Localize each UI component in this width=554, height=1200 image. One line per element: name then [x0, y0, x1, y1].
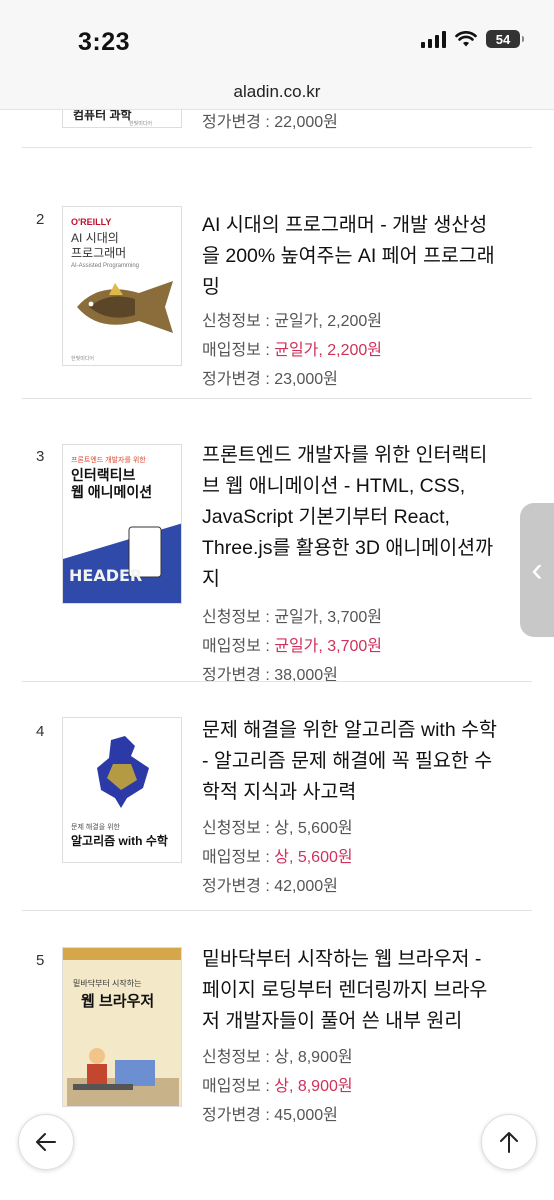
- rank-number: 3: [36, 448, 45, 465]
- cover-kicker: 밑바닥부터 시작하는: [73, 979, 142, 988]
- buy-info: 매입정보 : 균일가, 3,700원: [202, 638, 383, 655]
- cover-illustration: [67, 1048, 179, 1106]
- book-cover[interactable]: 밑바닥부터 시작하는 웹 브라우저: [62, 947, 182, 1107]
- rank-number: 5: [36, 952, 45, 969]
- book-cover[interactable]: O'REILLY AI 시대의 프로그래머 AI-Assisted Program…: [62, 206, 182, 366]
- url-bar[interactable]: aladin.co.kr: [0, 78, 554, 110]
- url-domain[interactable]: aladin.co.kr: [234, 82, 321, 101]
- book-title[interactable]: AI 시대의 프로그래머 - 개발 생산성을 200% 높여주는 AI 페어 프…: [202, 210, 502, 303]
- scroll-top-button[interactable]: [481, 1114, 537, 1170]
- price-change: 정가변경 : 23,000원: [202, 371, 338, 388]
- book-title[interactable]: 프론트엔드 개발자를 위한 인터랙티브 웹 애니메이션 - HTML, CSS,…: [202, 440, 502, 595]
- buy-info: 매입정보 : 균일가, 2,200원: [202, 342, 383, 359]
- list-item[interactable]: 4 문제 해결을 위한 알고리즘 with 수학 문제 해결을 위한 알고리즘 …: [22, 681, 532, 910]
- publisher-logo: O'REILLY: [71, 217, 112, 227]
- book-list: 컴퓨터 과학 한빛미디어 정가변경 : 22,000원 2 O'REILLY A…: [0, 110, 554, 1200]
- book-title[interactable]: 문제 해결을 위한 알고리즘 with 수학 - 알고리즘 문제 해결에 꼭 필…: [202, 715, 502, 808]
- buy-info: 매입정보 : 상, 5,600원: [202, 849, 353, 866]
- battery-icon: 54: [486, 30, 524, 48]
- side-panel-handle[interactable]: ‹: [520, 503, 554, 637]
- back-button[interactable]: [18, 1114, 74, 1170]
- cover-illustration: [97, 736, 149, 808]
- fish-illustration: [77, 281, 173, 333]
- status-bar: 3:23 54: [0, 0, 554, 78]
- book-cover[interactable]: 프론트엔드 개발자를 위한 인터랙티브 웹 애니메이션 HEADER: [62, 444, 182, 604]
- wifi-icon: [455, 30, 477, 46]
- apply-info: 신청정보 : 상, 8,900원: [202, 1049, 353, 1066]
- cover-title: AI 시대의 프로그래머: [71, 231, 127, 260]
- signal-icon: [421, 30, 446, 48]
- list-item[interactable]: 5 밑바닥부터 시작하는 웹 브라우저 밑바닥부터 시작하는 웹 브라우저 - …: [22, 910, 532, 1200]
- apply-info: 신청정보 : 균일가, 2,200원: [202, 313, 383, 330]
- cover-title: 알고리즘 with 수학: [71, 834, 168, 848]
- status-icons: 54: [421, 30, 524, 48]
- list-item[interactable]: 3 프론트엔드 개발자를 위한 인터랙티브 웹 애니메이션 HEADER 프론트엔…: [22, 398, 532, 684]
- apply-info: 신청정보 : 균일가, 3,700원: [202, 609, 383, 626]
- battery-level: 54: [495, 31, 511, 47]
- list-item[interactable]: 2 O'REILLY AI 시대의 프로그래머 AI-Assisted Progr…: [22, 147, 532, 398]
- apply-info: 신청정보 : 상, 5,600원: [202, 820, 353, 837]
- book-cover[interactable]: 문제 해결을 위한 알고리즘 with 수학: [62, 717, 182, 863]
- arrow-up-icon: [500, 1132, 518, 1153]
- book-title[interactable]: 밑바닥부터 시작하는 웹 브라우저 - 페이지 로딩부터 렌더링까지 브라우저 …: [202, 944, 502, 1037]
- list-item-partial[interactable]: 컴퓨터 과학 한빛미디어 정가변경 : 22,000원: [22, 110, 532, 140]
- price-label: 정가변경 :: [202, 114, 275, 131]
- cover-subtitle: AI-Assisted Programming: [71, 263, 140, 269]
- price-value: 22,000원: [274, 114, 338, 131]
- price-change-partial: 정가변경 : 22,000원: [202, 110, 502, 137]
- cover-illustration: HEADER: [63, 523, 181, 603]
- cover-title: 인터랙티브 웹 애니메이션: [71, 467, 153, 500]
- svg-text:HEADER: HEADER: [69, 566, 142, 585]
- buy-info: 매입정보 : 상, 8,900원: [202, 1078, 353, 1095]
- rank-number: 2: [36, 211, 45, 228]
- cover-kicker: 프론트엔드 개발자를 위한: [71, 457, 146, 464]
- cover-kicker: 문제 해결을 위한: [71, 824, 120, 831]
- cover-title: 웹 브라우저: [81, 993, 155, 1010]
- book-cover-partial[interactable]: 컴퓨터 과학 한빛미디어: [62, 110, 182, 128]
- price-change: 정가변경 : 42,000원: [202, 878, 338, 895]
- rank-number: 4: [36, 723, 45, 740]
- price-change: 정가변경 : 45,000원: [202, 1107, 338, 1124]
- arrow-left-icon: [36, 1133, 56, 1151]
- chevron-left-icon: ‹: [531, 550, 543, 589]
- status-time: 3:23: [78, 28, 131, 56]
